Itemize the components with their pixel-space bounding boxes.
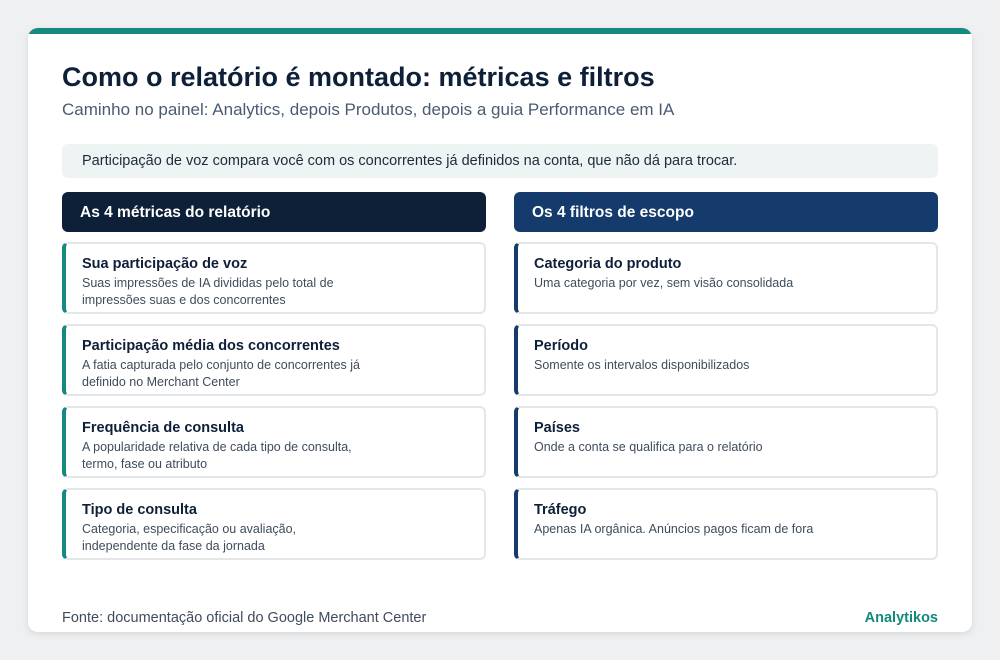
page-subtitle: Caminho no painel: Analytics, depois Pro…: [62, 100, 675, 119]
filters-header: Os 4 filtros de escopo: [514, 192, 938, 232]
filter-item: Período Somente os intervalos disponibil…: [514, 324, 938, 396]
info-note: Participação de voz compara você com os …: [62, 144, 938, 178]
filter-item: Categoria do produto Uma categoria por v…: [514, 242, 938, 314]
metric-item: Participação média dos concorrentes A fa…: [62, 324, 486, 396]
report-card: Como o relatório é montado: métricas e f…: [28, 28, 972, 632]
filter-desc: Onde a conta se qualifica para o relatór…: [534, 440, 763, 454]
filter-title: Tráfego: [534, 502, 587, 518]
metric-title: Participação média dos concorrentes: [82, 338, 340, 354]
metric-title: Frequência de consulta: [82, 420, 244, 436]
filter-desc: Somente os intervalos disponibilizados: [534, 358, 750, 372]
accent-bar: [28, 28, 972, 34]
brand-label: Analytikos: [864, 610, 938, 626]
metric-title: Sua participação de voz: [82, 256, 248, 272]
filter-desc: Apenas IA orgânica. Anúncios pagos ficam…: [534, 522, 814, 536]
filter-item: Tráfego Apenas IA orgânica. Anúncios pag…: [514, 488, 938, 560]
metric-desc: Categoria, especificação ou avaliação, i…: [82, 522, 297, 553]
filter-title: Países: [534, 420, 580, 436]
filter-title: Categoria do produto: [534, 256, 682, 272]
metric-desc: A popularidade relativa de cada tipo de …: [82, 440, 352, 471]
metrics-column: As 4 métricas do relatório Sua participa…: [62, 192, 486, 560]
filter-desc: Uma categoria por vez, sem visão consoli…: [534, 276, 794, 290]
metrics-header: As 4 métricas do relatório: [62, 192, 486, 232]
metric-title: Tipo de consulta: [82, 502, 197, 518]
metric-item: Sua participação de voz Suas impressões …: [62, 242, 486, 314]
metric-desc: A fatia capturada pelo conjunto de conco…: [82, 358, 360, 389]
filter-item: Países Onde a conta se qualifica para o …: [514, 406, 938, 478]
metric-desc: Suas impressões de IA divididas pelo tot…: [82, 276, 334, 307]
metric-item: Tipo de consulta Categoria, especificaçã…: [62, 488, 486, 560]
page-title: Como o relatório é montado: métricas e f…: [62, 62, 655, 92]
source-note: Fonte: documentação oficial do Google Me…: [62, 610, 427, 626]
filter-title: Período: [534, 338, 588, 354]
filters-column: Os 4 filtros de escopo Categoria do prod…: [514, 192, 938, 560]
metric-item: Frequência de consulta A popularidade re…: [62, 406, 486, 478]
